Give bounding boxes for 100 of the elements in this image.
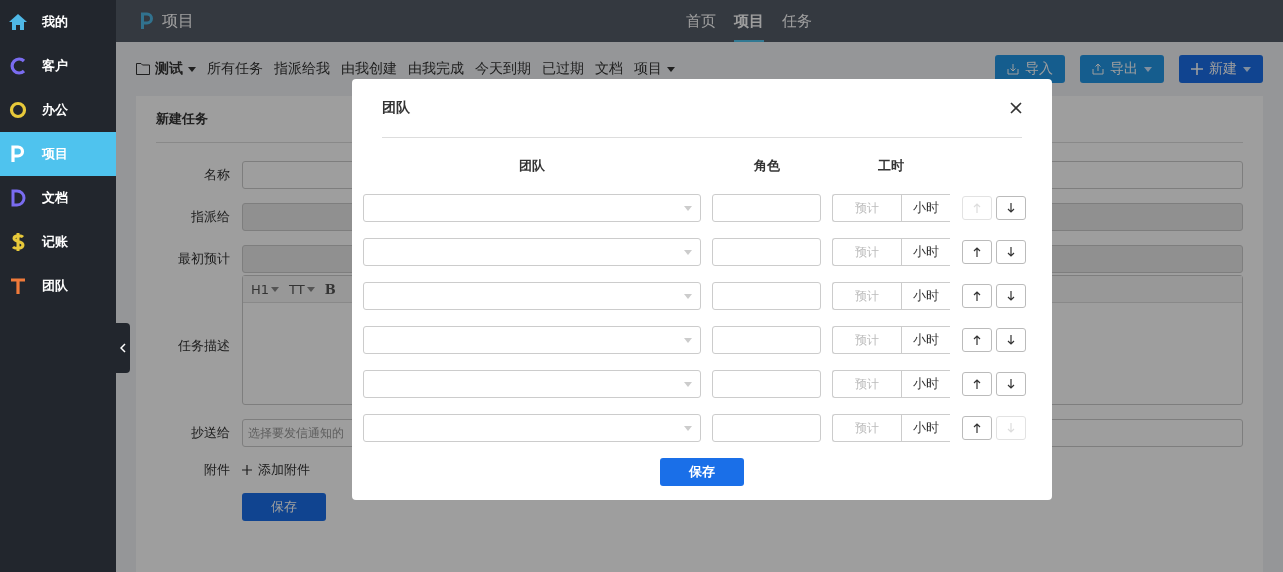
move-down-button[interactable] — [996, 196, 1026, 220]
move-up-button[interactable] — [962, 328, 992, 352]
new-button[interactable]: 新建 — [1179, 55, 1263, 83]
team-select[interactable] — [363, 282, 701, 310]
home-icon — [8, 13, 28, 31]
close-button[interactable] — [1010, 102, 1022, 114]
move-up-button[interactable] — [962, 240, 992, 264]
filter-link[interactable]: 今天到期 — [475, 60, 531, 78]
unit-label: 小时 — [901, 282, 950, 310]
sidebar-item[interactable]: 文档 — [0, 176, 116, 220]
sidebar-item[interactable]: 办公 — [0, 88, 116, 132]
move-down-button[interactable] — [996, 240, 1026, 264]
down-arrow-icon — [1007, 335, 1015, 345]
caret-icon — [684, 249, 692, 255]
team-select[interactable] — [363, 414, 701, 442]
editor-tool[interactable]: TT — [289, 281, 305, 297]
sidebar-item[interactable]: 团队 — [0, 264, 116, 308]
nav-tab[interactable]: 项目 — [734, 0, 764, 42]
filter-link[interactable]: 已过期 — [542, 60, 584, 78]
up-arrow-icon — [973, 291, 981, 301]
team-select[interactable] — [363, 238, 701, 266]
upload-icon — [1092, 63, 1104, 75]
editor-tool[interactable]: B — [324, 281, 336, 297]
up-arrow-icon — [973, 379, 981, 389]
filter-link[interactable]: 指派给我 — [274, 60, 330, 78]
column-header: 工时 — [878, 157, 904, 175]
team-select[interactable] — [363, 370, 701, 398]
unit-label: 小时 — [901, 414, 950, 442]
role-field[interactable] — [712, 326, 821, 354]
caret-icon — [684, 205, 692, 211]
move-up-button[interactable] — [962, 372, 992, 396]
up-arrow-icon — [973, 423, 981, 433]
plus-icon — [242, 465, 252, 475]
up-arrow-icon — [973, 247, 981, 257]
filter-link[interactable]: 由我创建 — [341, 60, 397, 78]
field-label: 抄送给 — [190, 424, 230, 442]
move-down-button[interactable] — [996, 328, 1026, 352]
app-title: 项目 — [162, 10, 194, 32]
folder-icon — [136, 63, 150, 75]
nav-tab[interactable]: 任务 — [782, 0, 812, 42]
role-field[interactable] — [712, 370, 821, 398]
caret-icon — [667, 66, 675, 72]
close-icon — [1010, 102, 1022, 114]
save-button[interactable]: 保存 — [660, 458, 744, 486]
move-down-button[interactable] — [996, 372, 1026, 396]
team-select[interactable] — [363, 194, 701, 222]
team-select[interactable] — [363, 326, 701, 354]
plus-icon — [1191, 63, 1203, 75]
down-arrow-icon — [1007, 247, 1015, 257]
column-header: 团队 — [519, 157, 545, 175]
filter-link[interactable]: 所有任务 — [207, 60, 263, 78]
project-dropdown[interactable]: 项目 — [634, 60, 662, 78]
unit-label: 小时 — [901, 326, 950, 354]
sidebar-item[interactable]: 记账 — [0, 220, 116, 264]
export-button[interactable]: 导出 — [1080, 55, 1164, 83]
caret-icon — [684, 425, 692, 431]
field-label: 任务描述 — [177, 337, 230, 355]
caret-icon — [1144, 66, 1152, 72]
caret-icon — [684, 293, 692, 299]
column-header: 角色 — [753, 157, 780, 175]
add-attachment-button[interactable]: 添加附件 — [242, 461, 310, 479]
field-label: 最初预计 — [177, 250, 230, 268]
editor-tool[interactable]: H1 — [251, 281, 270, 297]
role-field[interactable] — [712, 238, 821, 266]
chevron-left-icon — [120, 343, 126, 353]
role-field[interactable] — [712, 414, 821, 442]
unit-label: 小时 — [901, 194, 950, 222]
collapse-handle[interactable] — [116, 323, 130, 373]
download-icon — [1007, 63, 1019, 75]
caret-icon — [188, 66, 196, 72]
down-arrow-icon — [1007, 291, 1015, 301]
letter-c-icon — [8, 57, 28, 75]
move-up-button[interactable] — [962, 416, 992, 440]
role-field[interactable] — [712, 282, 821, 310]
sidebar-item[interactable]: 我的 — [0, 0, 116, 44]
caret-icon — [684, 381, 692, 387]
caret-icon — [271, 286, 280, 292]
letter-p-icon — [140, 12, 154, 30]
role-field[interactable] — [712, 194, 821, 222]
unit-label: 小时 — [901, 370, 950, 398]
caret-icon — [306, 286, 315, 292]
move-down-button[interactable] — [996, 284, 1026, 308]
up-arrow-icon — [973, 203, 981, 213]
save-button[interactable]: 保存 — [242, 493, 326, 521]
field-label: 名称 — [203, 166, 230, 184]
letter-t-icon — [8, 277, 28, 295]
caret-icon — [1243, 66, 1251, 72]
down-arrow-icon — [1007, 423, 1015, 433]
dialog-title: 团队 — [382, 99, 410, 117]
ring-icon — [8, 101, 28, 119]
unit-label: 小时 — [901, 238, 950, 266]
field-label: 附件 — [203, 461, 230, 479]
nav-tab[interactable]: 首页 — [686, 0, 716, 42]
sidebar-item[interactable]: 客户 — [0, 44, 116, 88]
caret-icon — [684, 337, 692, 343]
filter-link[interactable]: 文档 — [595, 60, 623, 78]
project-menu[interactable]: 测试 — [155, 60, 183, 78]
filter-link[interactable]: 由我完成 — [408, 60, 464, 78]
move-up-button[interactable] — [962, 284, 992, 308]
up-arrow-icon — [973, 335, 981, 345]
